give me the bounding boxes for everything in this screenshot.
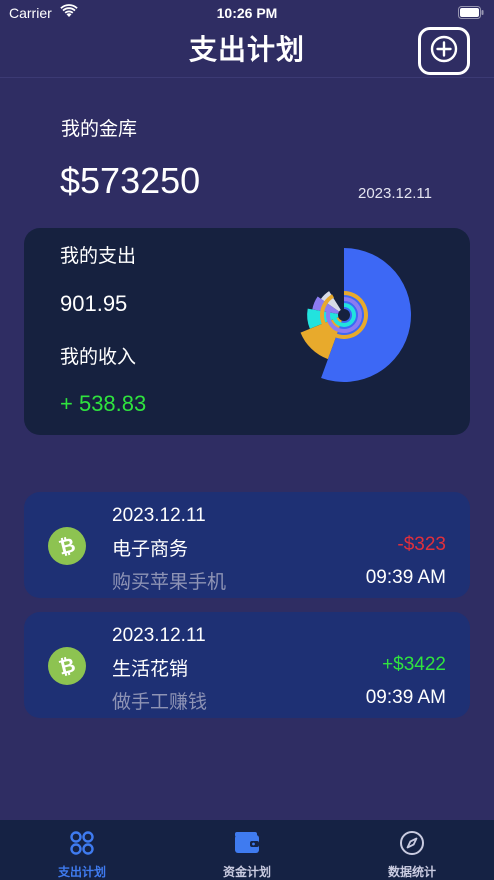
transaction-category: 生活花销 (112, 659, 189, 680)
tab-label: 支出计划 (57, 865, 106, 879)
expense-value: 901.95 (60, 291, 128, 316)
vault-date: 2023.12.11 (358, 185, 432, 202)
tab-label: 资金计划 (222, 865, 271, 879)
add-button[interactable] (418, 27, 470, 75)
transaction-description: 做手工赚钱 (112, 692, 208, 713)
transaction-category: 电子商务 (112, 539, 189, 560)
vault-label: 我的金库 (61, 119, 138, 140)
battery-icon (458, 6, 484, 22)
tab-bar: 支出计划 资金计划 数据统计 (0, 820, 494, 880)
spending-chart (252, 246, 432, 416)
chart-center (338, 309, 350, 321)
header-divider (0, 77, 494, 78)
bitcoin-icon: ₿ (48, 647, 86, 685)
transaction-time: 09:39 AM (365, 687, 446, 708)
grid-icon (0, 830, 164, 856)
income-value: + 538.83 (60, 391, 147, 416)
transaction-date: 2023.12.11 (112, 505, 206, 526)
bitcoin-icon: ₿ (48, 527, 86, 565)
income-label: 我的收入 (60, 347, 137, 368)
compass-icon (330, 830, 494, 856)
transaction-card[interactable]: ₿ 2023.12.11 生活花销 做手工赚钱 +$3422 09:39 AM (24, 612, 470, 718)
expense-label: 我的支出 (60, 246, 137, 267)
transaction-time: 09:39 AM (365, 567, 446, 588)
status-time: 10:26 PM (216, 5, 278, 21)
transaction-amount: -$323 (397, 534, 446, 555)
vault-amount: $573250 (60, 160, 201, 201)
transaction-amount: +$3422 (382, 654, 446, 675)
summary-card: 我的支出 901.95 我的收入 + 538.83 (24, 228, 470, 435)
status-bar: Carrier 10:26 PM (0, 0, 494, 26)
tab-statistics[interactable]: 数据统计 (330, 820, 494, 880)
tab-label: 数据统计 (387, 865, 436, 879)
plus-circle-icon (430, 35, 458, 68)
tab-fund-plan[interactable]: 资金计划 (165, 820, 329, 880)
transaction-description: 购买苹果手机 (112, 572, 227, 593)
tab-spending-plan[interactable]: 支出计划 (0, 820, 164, 880)
wallet-icon (165, 830, 329, 856)
transaction-date: 2023.12.11 (112, 625, 206, 646)
transaction-card[interactable]: ₿ 2023.12.11 电子商务 购买苹果手机 -$323 09:39 AM (24, 492, 470, 598)
